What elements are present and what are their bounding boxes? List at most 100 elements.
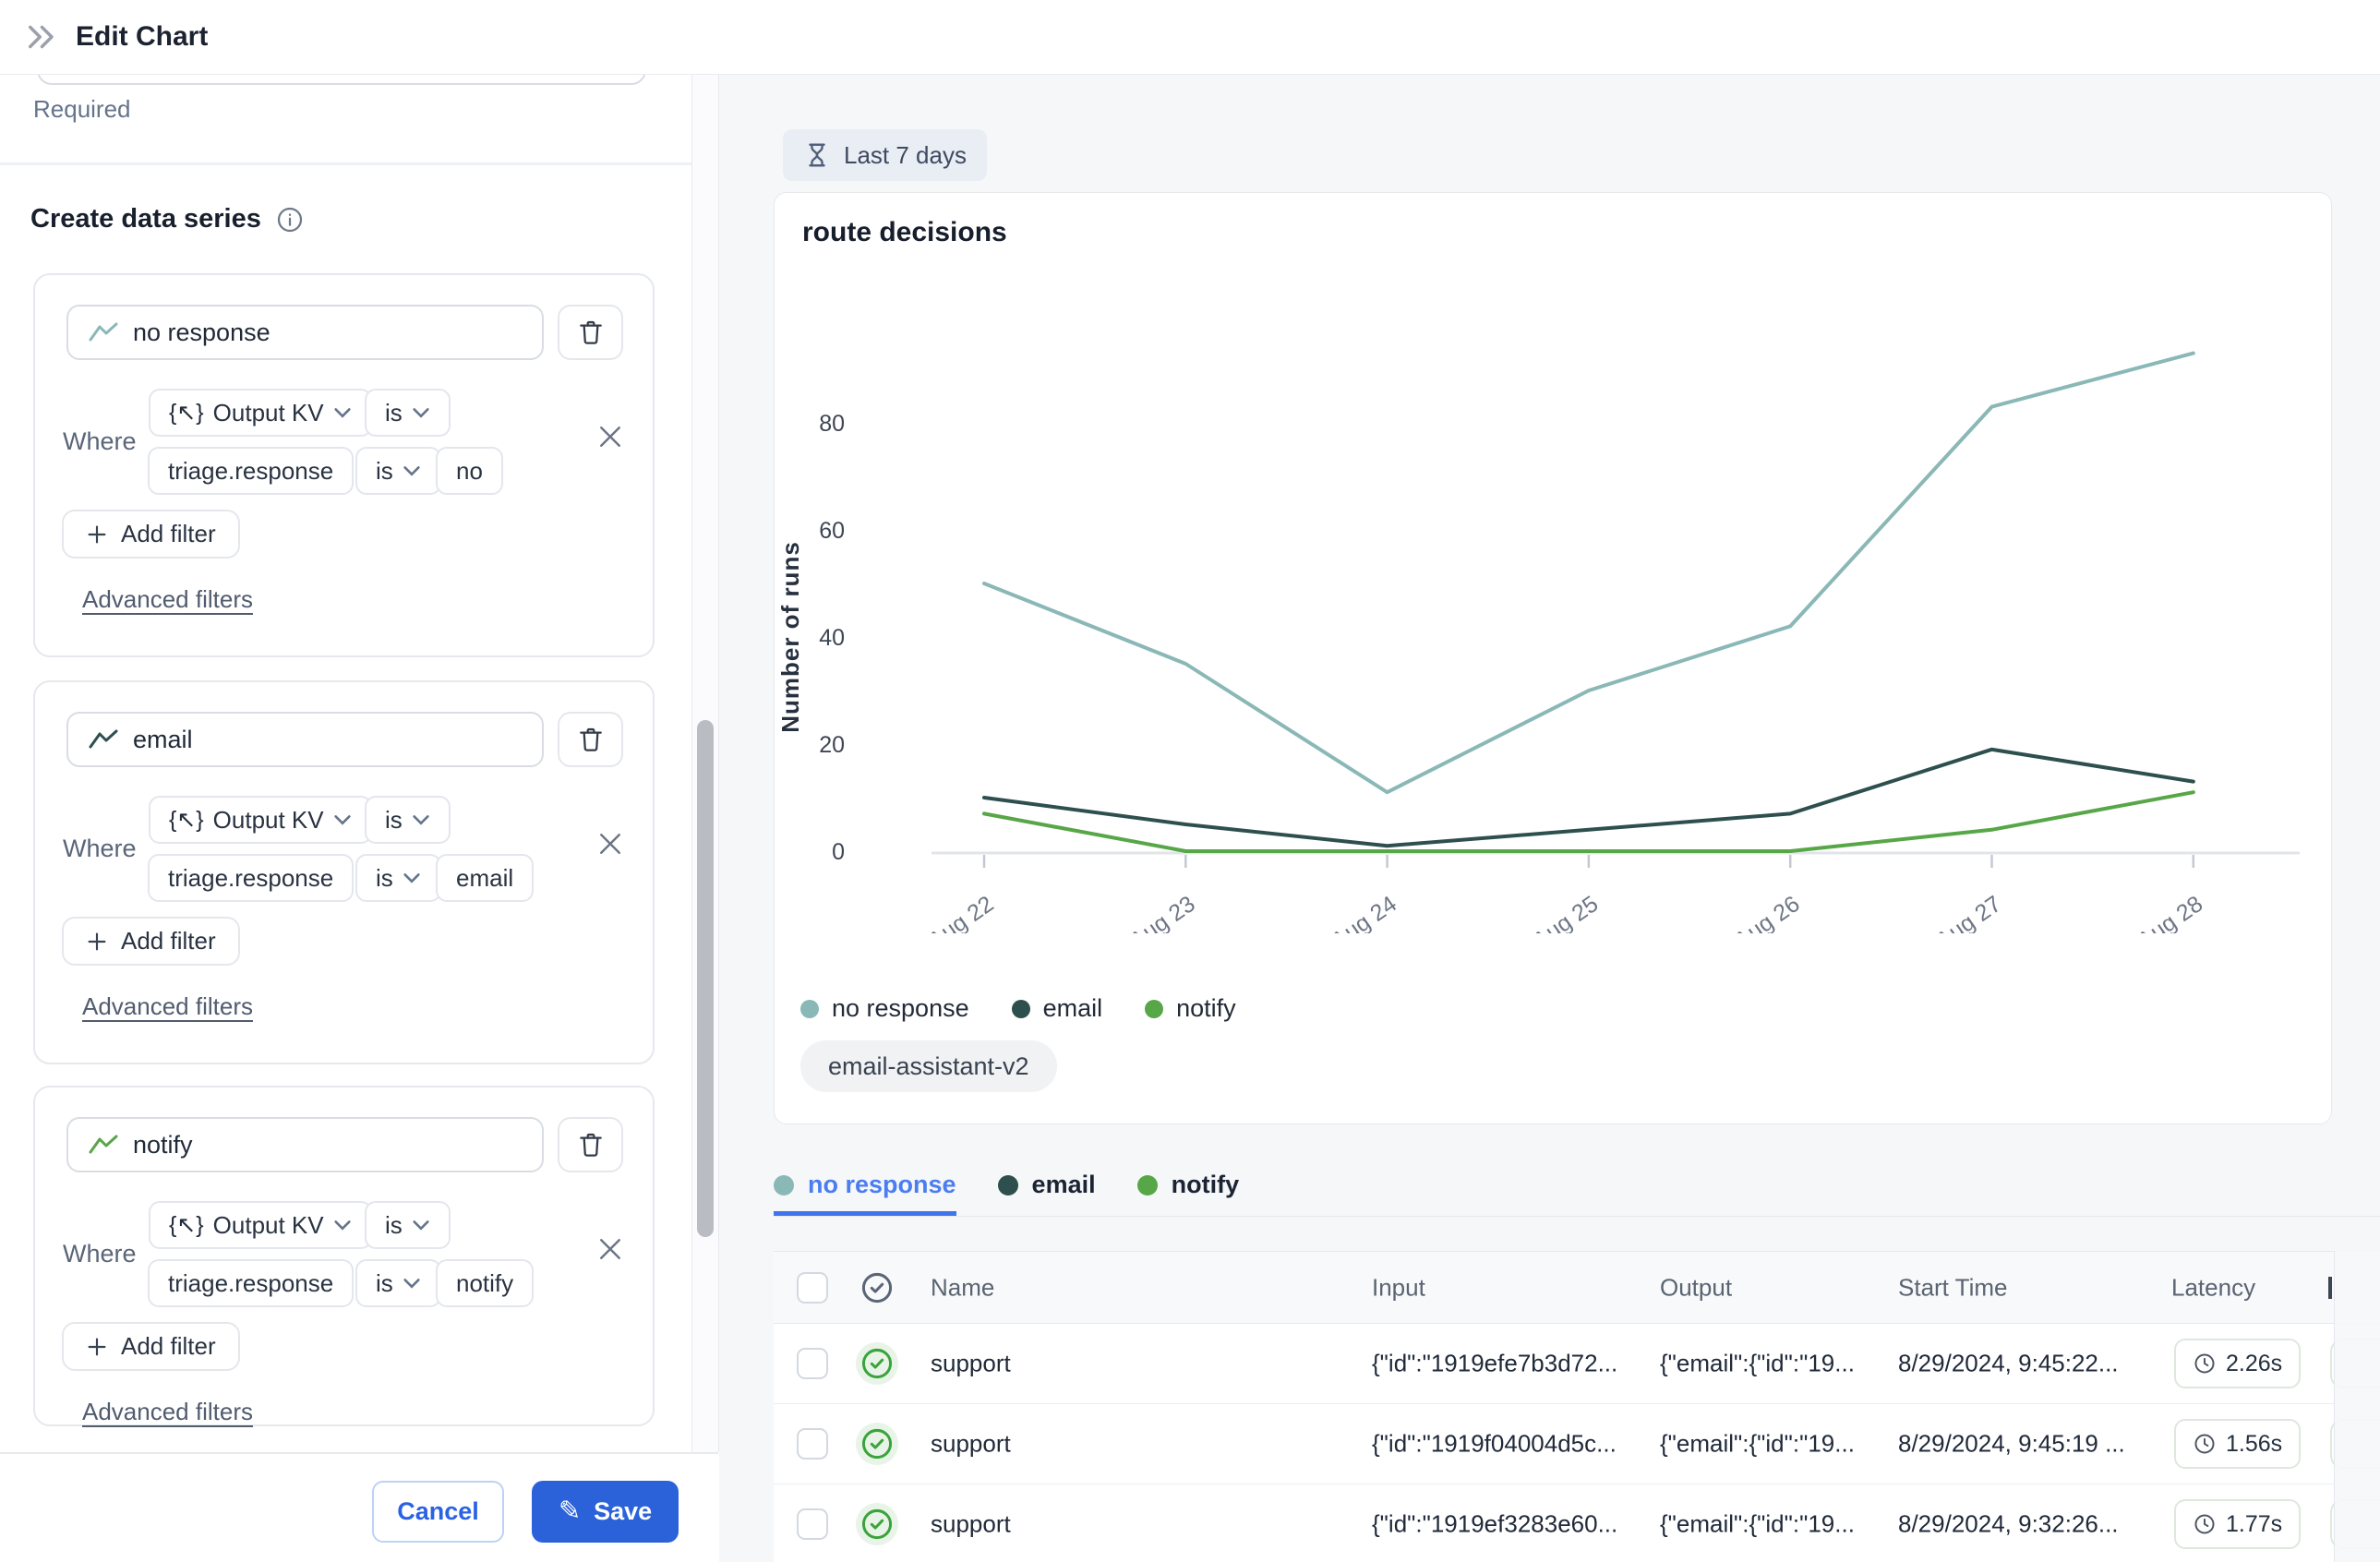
cell-start-time: 8/29/2024, 9:45:19 ... xyxy=(1898,1430,2125,1459)
series-name-input[interactable] xyxy=(66,712,544,767)
chevron-down-icon xyxy=(412,814,430,826)
chevron-down-icon xyxy=(403,1278,421,1290)
add-filter-button[interactable]: Add filter xyxy=(62,1322,240,1371)
tab-no-response[interactable]: no response xyxy=(774,1159,956,1216)
remove-filter-button[interactable] xyxy=(598,425,622,449)
svg-text:80: 80 xyxy=(819,411,845,437)
attribute-select[interactable]: {↖} Output KV xyxy=(149,389,372,437)
close-icon xyxy=(598,1237,622,1261)
delete-series-button[interactable] xyxy=(558,712,623,767)
svg-text:0: 0 xyxy=(832,839,845,865)
cancel-button[interactable]: Cancel xyxy=(372,1481,504,1543)
value-chip[interactable]: notify xyxy=(436,1259,534,1307)
required-label: Required xyxy=(33,95,131,124)
clock-icon xyxy=(2193,1512,2217,1536)
advanced-filters-link[interactable]: Advanced filters xyxy=(82,992,253,1021)
cell-output: {"email":{"id":"19... xyxy=(1660,1350,1855,1378)
clock-icon xyxy=(2193,1432,2217,1456)
results-table: Name Input Output Start Time Latency sup… xyxy=(774,1251,2380,1562)
delete-series-button[interactable] xyxy=(558,305,623,360)
save-button[interactable]: ✎ Save xyxy=(532,1481,679,1543)
delete-series-button[interactable] xyxy=(558,1117,623,1172)
where-label: Where xyxy=(63,824,137,872)
legend-dot xyxy=(800,1000,819,1018)
add-filter-button[interactable]: Add filter xyxy=(62,510,240,559)
chart-legend: no response email notify xyxy=(800,994,1236,1023)
key-operator-select[interactable]: is xyxy=(355,854,441,902)
section-title: Create data series xyxy=(30,204,304,234)
value-chip[interactable]: email xyxy=(436,854,534,902)
cell-output: {"email":{"id":"19... xyxy=(1660,1510,1855,1539)
cell-input: {"id":"1919f04004d5c... xyxy=(1372,1430,1617,1459)
key-operator-select[interactable]: is xyxy=(355,447,441,495)
close-icon xyxy=(598,832,622,856)
value-chip[interactable]: no xyxy=(436,447,503,495)
pinned-column-overlay xyxy=(2334,1251,2380,1562)
select-all-checkbox[interactable] xyxy=(797,1272,828,1304)
time-range-badge[interactable]: Last 7 days xyxy=(783,129,987,181)
info-icon[interactable] xyxy=(276,206,304,234)
table-row[interactable]: support {"id":"1919f04004d5c... {"email"… xyxy=(774,1404,2380,1484)
operator-select[interactable]: is xyxy=(365,1201,451,1249)
table-row[interactable]: support {"id":"1919efe7b3d72... {"email"… xyxy=(774,1324,2380,1404)
attribute-select[interactable]: {↖} Output KV xyxy=(149,796,372,844)
cell-output: {"email":{"id":"19... xyxy=(1660,1430,1855,1459)
series-name-input[interactable] xyxy=(66,1117,544,1172)
app-header: Edit Chart xyxy=(0,0,2380,75)
where-label: Where xyxy=(63,1230,137,1278)
row-checkbox[interactable] xyxy=(797,1348,828,1379)
hourglass-icon xyxy=(803,141,831,169)
series-card: Where {↖} Output KV is triage.response i… xyxy=(33,273,655,657)
column-header-latency: Latency xyxy=(2171,1273,2255,1302)
advanced-filters-link[interactable]: Advanced filters xyxy=(82,585,253,614)
add-filter-button[interactable]: Add filter xyxy=(62,917,240,966)
trend-line-icon xyxy=(89,1134,118,1156)
tab-email[interactable]: email xyxy=(998,1159,1096,1216)
key-select[interactable]: triage.response xyxy=(148,1259,354,1307)
key-select[interactable]: triage.response xyxy=(148,854,354,902)
cell-name: support xyxy=(931,1430,1011,1459)
column-header-name: Name xyxy=(931,1273,994,1302)
chevron-down-icon xyxy=(403,872,421,884)
column-header-output: Output xyxy=(1660,1273,1732,1302)
series-name-value[interactable] xyxy=(133,1131,522,1159)
series-name-value[interactable] xyxy=(133,726,522,754)
tab-dot xyxy=(1137,1175,1158,1196)
scrollbar-thumb[interactable] xyxy=(697,720,714,1237)
svg-text:Aug 24: Aug 24 xyxy=(1327,891,1401,933)
svg-text:Aug 22: Aug 22 xyxy=(923,891,998,933)
where-label: Where xyxy=(63,417,137,465)
scrollbar-track[interactable] xyxy=(691,75,719,1452)
left-panel: Required Create data series Where {↖} Ou… xyxy=(0,75,691,1452)
trend-line-icon xyxy=(89,728,118,751)
kv-braces-icon: {↖} xyxy=(169,399,204,427)
svg-text:40: 40 xyxy=(819,625,845,651)
cell-start-time: 8/29/2024, 9:32:26... xyxy=(1898,1510,2119,1539)
latency-badge: 1.77s xyxy=(2174,1499,2301,1549)
check-circle-icon xyxy=(859,1270,895,1305)
tab-notify[interactable]: notify xyxy=(1137,1159,1240,1216)
remove-filter-button[interactable] xyxy=(598,1237,622,1261)
advanced-filters-link[interactable]: Advanced filters xyxy=(82,1398,253,1426)
clock-icon xyxy=(2193,1352,2217,1376)
row-checkbox[interactable] xyxy=(797,1508,828,1540)
tab-dot xyxy=(774,1175,794,1196)
collapse-panel-button[interactable] xyxy=(24,20,57,54)
svg-text:Number of runs: Number of runs xyxy=(776,541,804,733)
cell-name: support xyxy=(931,1350,1011,1378)
series-card: Where {↖} Output KV is triage.response i… xyxy=(33,680,655,1064)
tab-dot xyxy=(998,1175,1018,1196)
operator-select[interactable]: is xyxy=(365,389,451,437)
key-operator-select[interactable]: is xyxy=(355,1259,441,1307)
series-name-input[interactable] xyxy=(66,305,544,360)
remove-filter-button[interactable] xyxy=(598,832,622,856)
series-name-value[interactable] xyxy=(133,318,522,347)
table-row[interactable]: support {"id":"1919ef3283e60... {"email"… xyxy=(774,1484,2380,1562)
operator-select[interactable]: is xyxy=(365,796,451,844)
attribute-select[interactable]: {↖} Output KV xyxy=(149,1201,372,1249)
row-checkbox[interactable] xyxy=(797,1428,828,1460)
chart-title: route decisions xyxy=(802,217,1007,248)
key-select[interactable]: triage.response xyxy=(148,447,354,495)
section-divider xyxy=(0,162,691,165)
plus-icon xyxy=(86,523,108,546)
